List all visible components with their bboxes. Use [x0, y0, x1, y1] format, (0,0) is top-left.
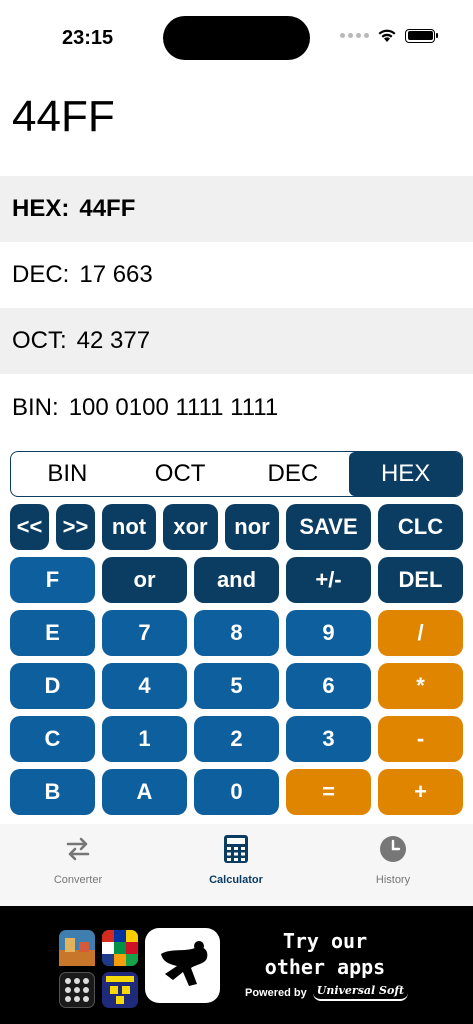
xor-button[interactable]: xor: [163, 504, 218, 550]
tab-converter-label: Converter: [53, 874, 103, 886]
not-button[interactable]: not: [102, 504, 156, 550]
calculator-icon: [221, 834, 251, 864]
digit-9-button[interactable]: 9: [286, 610, 371, 656]
digit-3-button[interactable]: 3: [286, 716, 371, 762]
subtract-button[interactable]: -: [378, 716, 463, 762]
digit-7-button[interactable]: 7: [102, 610, 187, 656]
tab-history-label: History: [375, 874, 411, 886]
cellular-signal-icon: [340, 33, 369, 38]
ad-powered-by: Powered by Universal Soft: [245, 984, 409, 1001]
base-mode-selector: BIN OCT DEC HEX: [10, 451, 463, 497]
ad-brand-name: Universal Soft: [312, 984, 409, 1001]
tab-history[interactable]: History: [333, 834, 453, 886]
negate-button[interactable]: +/-: [286, 557, 371, 603]
or-button[interactable]: or: [102, 557, 187, 603]
digit-5-button[interactable]: 5: [194, 663, 279, 709]
ad-headline: Try our other apps: [250, 928, 400, 980]
dec-result-row[interactable]: DEC: 17 663: [0, 242, 473, 308]
bin-value: 100 0100 1111 1111: [68, 394, 279, 421]
digit-2-button[interactable]: 2: [194, 716, 279, 762]
add-button[interactable]: +: [378, 769, 463, 815]
battery-icon: [405, 28, 438, 43]
mode-hex[interactable]: HEX: [349, 452, 462, 496]
status-time: 23:15: [62, 27, 114, 49]
oct-value: 42 377: [76, 327, 151, 354]
app-thumbnail-icon: [59, 930, 95, 966]
ad-headline-line1: Try our: [282, 929, 368, 953]
wifi-icon: [378, 29, 396, 42]
digit-e-button[interactable]: E: [10, 610, 95, 656]
clear-button[interactable]: CLC: [378, 504, 463, 550]
status-icons: [340, 28, 438, 43]
bricks-app-icon: [102, 972, 138, 1008]
tab-converter[interactable]: Converter: [18, 834, 138, 886]
mode-bin[interactable]: BIN: [11, 452, 124, 496]
digit-1-button[interactable]: 1: [102, 716, 187, 762]
oct-label: OCT:: [12, 327, 67, 354]
and-button[interactable]: and: [194, 557, 279, 603]
digit-4-button[interactable]: 4: [102, 663, 187, 709]
mode-dec[interactable]: DEC: [237, 452, 350, 496]
digit-c-button[interactable]: C: [10, 716, 95, 762]
ad-powered-label: Powered by: [245, 986, 307, 999]
main-display: 44FF: [12, 92, 115, 141]
bin-result-row[interactable]: BIN: 100 0100 1111 1111: [0, 375, 473, 441]
pattern-app-icon: [59, 972, 95, 1008]
digit-f-button[interactable]: F: [10, 557, 95, 603]
divide-button[interactable]: /: [378, 610, 463, 656]
hex-label: HEX:: [12, 195, 70, 222]
dec-label: DEC:: [12, 261, 70, 288]
shift-right-button[interactable]: >>: [56, 504, 95, 550]
delete-button[interactable]: DEL: [378, 557, 463, 603]
shift-left-button[interactable]: <<: [10, 504, 49, 550]
digit-6-button[interactable]: 6: [286, 663, 371, 709]
tab-calculator[interactable]: Calculator: [176, 834, 296, 886]
digit-a-button[interactable]: A: [102, 769, 187, 815]
digit-8-button[interactable]: 8: [194, 610, 279, 656]
hex-value: 44FF: [79, 195, 136, 222]
flags-app-icon: [102, 930, 138, 966]
universal-soft-logo: [145, 928, 220, 1003]
digit-b-button[interactable]: B: [10, 769, 95, 815]
mode-oct[interactable]: OCT: [124, 452, 237, 496]
dec-value: 17 663: [79, 261, 153, 288]
nor-button[interactable]: nor: [225, 504, 279, 550]
digit-d-button[interactable]: D: [10, 663, 95, 709]
ad-headline-line2: other apps: [264, 955, 386, 979]
tab-calculator-label: Calculator: [209, 874, 263, 886]
equals-button[interactable]: =: [286, 769, 371, 815]
save-button[interactable]: SAVE: [286, 504, 371, 550]
dynamic-island: [163, 16, 310, 60]
arrows-swap-icon: [63, 834, 93, 864]
clock-icon: [378, 834, 408, 864]
tab-bar: Converter Calculator History: [0, 824, 473, 906]
ad-banner[interactable]: Try our other apps Powered by Universal …: [0, 906, 473, 1024]
digit-0-button[interactable]: 0: [194, 769, 279, 815]
multiply-button[interactable]: *: [378, 663, 463, 709]
oct-result-row[interactable]: OCT: 42 377: [0, 308, 473, 374]
hex-result-row[interactable]: HEX: 44FF: [0, 176, 473, 242]
bin-label: BIN:: [12, 394, 59, 421]
status-bar: 23:15: [0, 0, 473, 80]
